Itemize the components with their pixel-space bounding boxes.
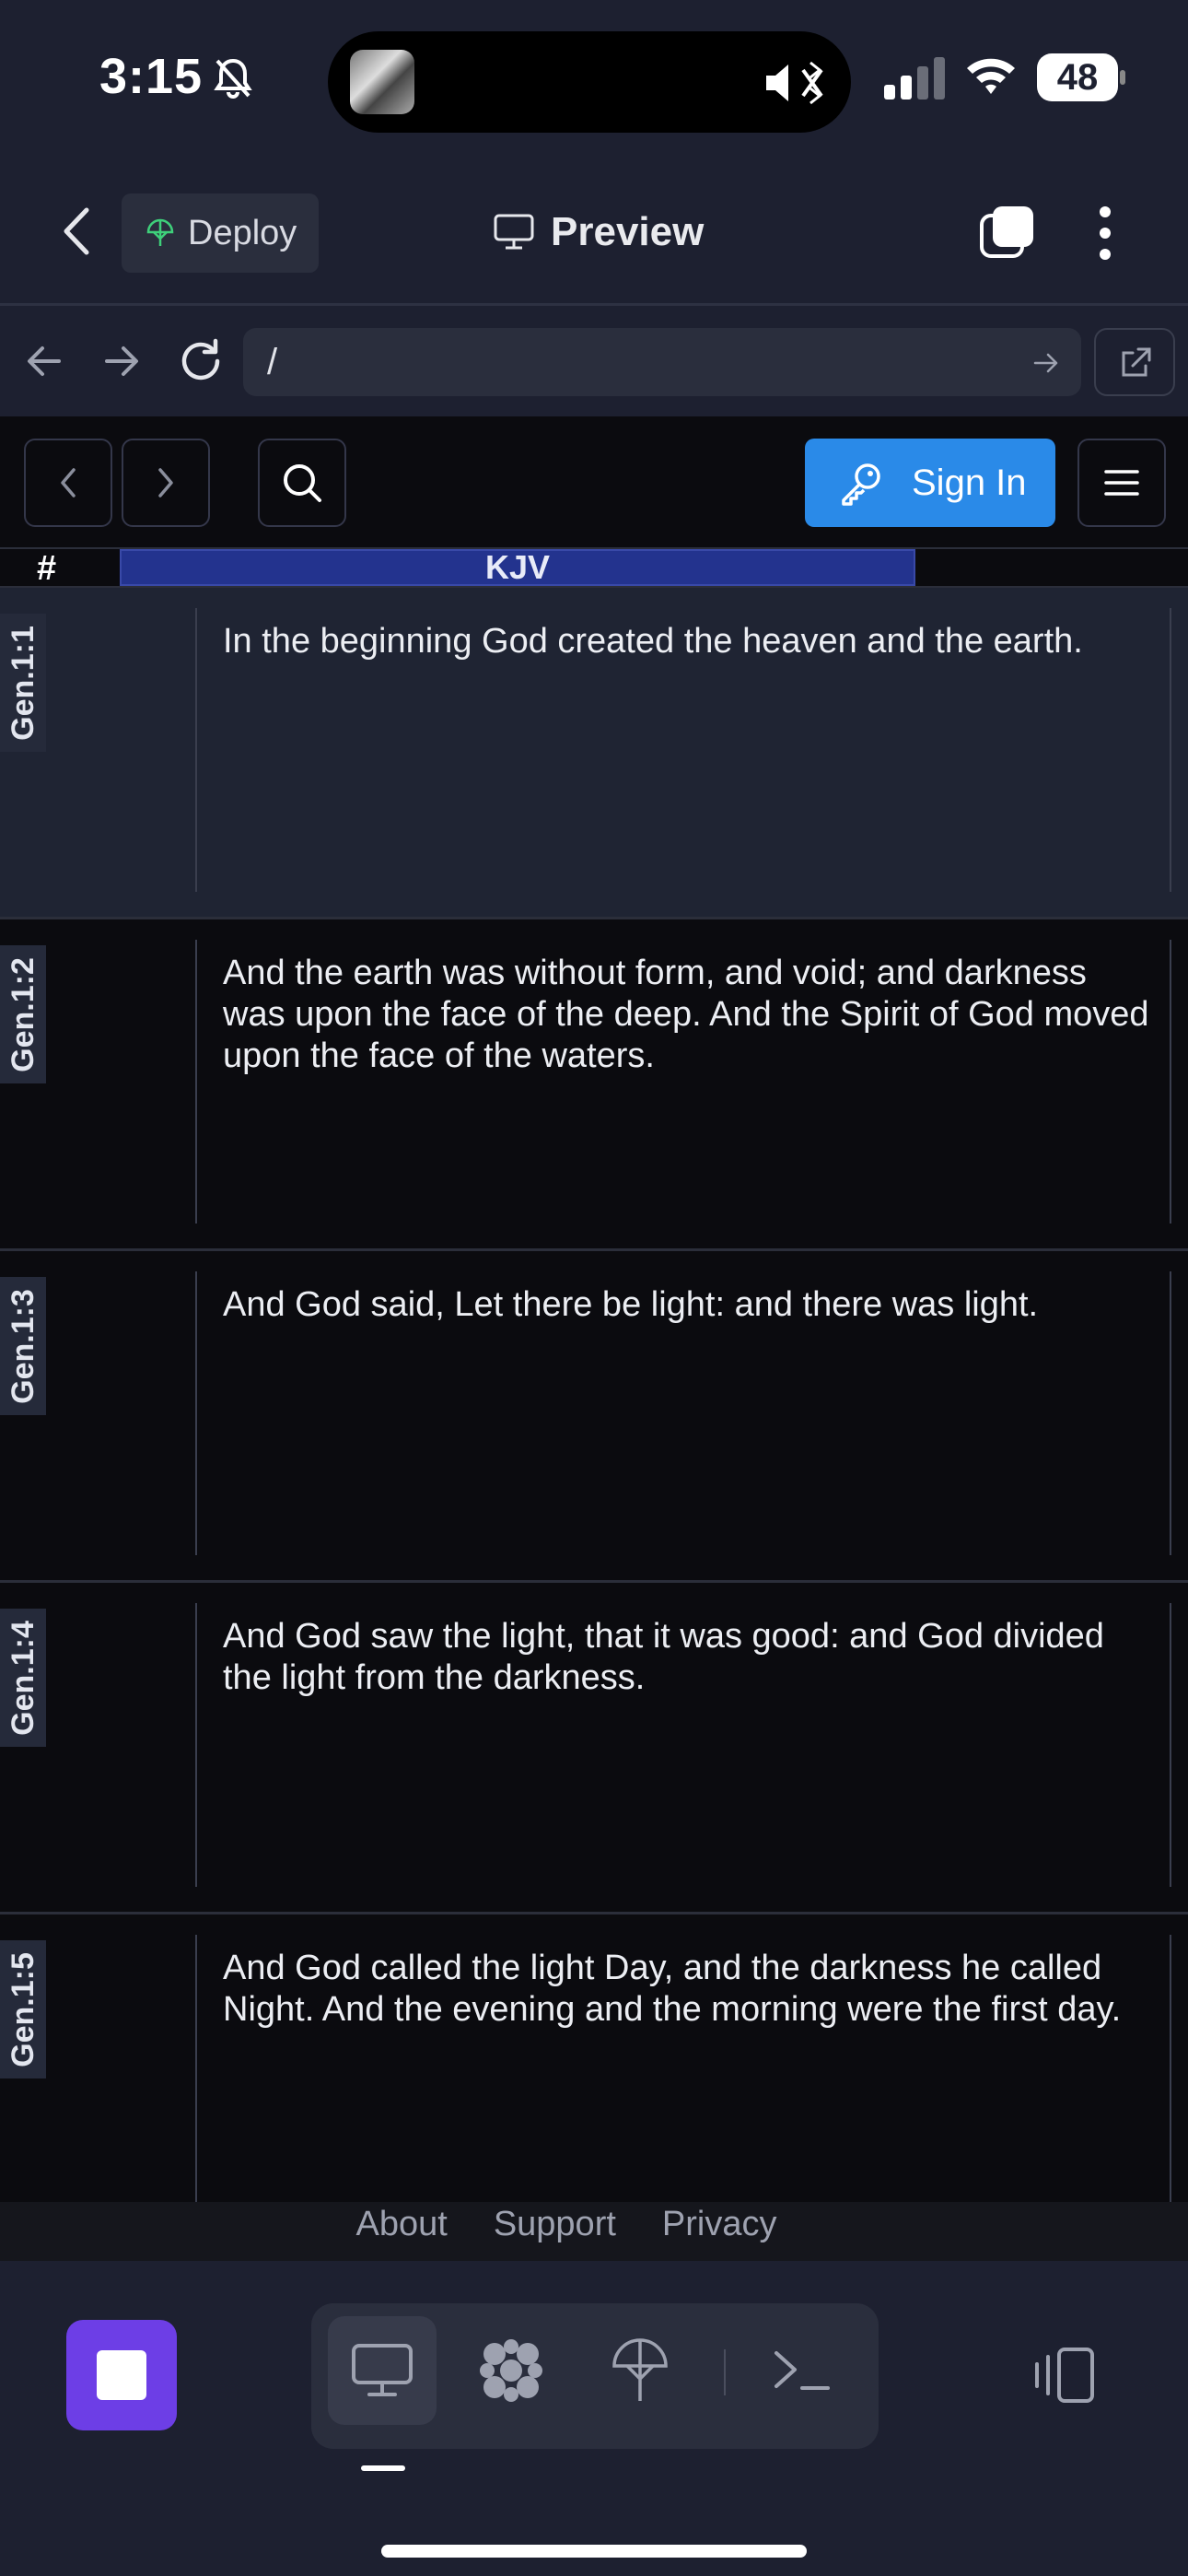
version-column-header[interactable]: KJV <box>120 549 915 586</box>
dynamic-island <box>328 31 851 133</box>
verse-cell: And God said, Let there be light: and th… <box>195 1271 1171 1555</box>
go-arrow-icon[interactable] <box>1031 348 1061 378</box>
verse-ref[interactable]: Gen.1:1 <box>0 614 46 752</box>
verse-cell: And God saw the light, that it was good:… <box>195 1603 1171 1887</box>
reload-icon[interactable] <box>177 337 225 385</box>
sign-in-button[interactable]: Sign In <box>805 439 1055 527</box>
verse-cell: And God called the light Day, and the da… <box>195 1935 1171 2202</box>
layout-toggle-icon[interactable] <box>1031 2342 1098 2408</box>
deploy-tool-button[interactable] <box>586 2316 694 2425</box>
deploy-label: Deploy <box>188 213 297 252</box>
preview-label: Preview <box>551 209 705 254</box>
prev-chapter-button[interactable] <box>24 439 112 527</box>
menu-button[interactable] <box>1077 439 1166 527</box>
open-external-icon <box>1122 347 1151 377</box>
back-arrow-icon[interactable] <box>22 339 66 383</box>
key-icon <box>842 463 880 506</box>
bell-slash-icon <box>214 58 252 99</box>
wifi-icon <box>967 58 1015 94</box>
ref-column-header: # <box>37 549 57 588</box>
terminal-button[interactable] <box>748 2316 856 2425</box>
battery-level: 48 <box>1037 53 1118 101</box>
terminal-icon <box>775 2351 830 2390</box>
site-footer: About Support Privacy <box>0 2202 1188 2261</box>
battery-icon: 48 <box>1037 53 1125 101</box>
table-row[interactable]: Gen.1:5 And God called the light Day, an… <box>0 1914 1188 2202</box>
verse-ref[interactable]: Gen.1:4 <box>0 1609 46 1747</box>
back-chevron-icon[interactable] <box>55 206 99 256</box>
verse-ref-label: Gen.1:1 <box>5 625 41 741</box>
desktop-icon <box>352 2344 413 2396</box>
url-input[interactable]: / <box>243 328 1081 396</box>
sign-in-label: Sign In <box>912 462 1027 503</box>
table-row[interactable]: Gen.1:4 And God saw the light, that it w… <box>0 1583 1188 1914</box>
verse-ref-label: Gen.1:4 <box>5 1620 41 1736</box>
verse-cell: In the beginning God created the heaven … <box>195 608 1171 892</box>
verse-text: And the earth was without form, and void… <box>223 954 1149 1075</box>
verse-ref-label: Gen.1:5 <box>5 1951 41 2067</box>
flower-tool-button[interactable] <box>457 2316 565 2425</box>
search-button[interactable] <box>258 439 346 527</box>
site-nav: Sign In <box>0 416 1188 549</box>
cellular-signal-icon <box>884 57 945 100</box>
app-header: Deploy Preview <box>0 157 1188 306</box>
hamburger-icon <box>1104 470 1139 496</box>
desktop-preview-button[interactable] <box>328 2316 437 2425</box>
verse-text: In the beginning God created the heaven … <box>223 622 1083 661</box>
verse-ref[interactable]: Gen.1:3 <box>0 1277 46 1415</box>
url-text: / <box>267 342 278 382</box>
table-row[interactable]: Gen.1:1 In the beginning God created the… <box>0 588 1188 919</box>
kebab-menu-icon[interactable] <box>1087 205 1124 262</box>
deploy-umbrella-icon <box>146 218 174 246</box>
chevron-left-icon <box>61 468 76 498</box>
tool-separator <box>724 2349 726 2395</box>
verse-text: And God called the light Day, and the da… <box>223 1949 1122 2029</box>
verse-ref-label: Gen.1:3 <box>5 1288 41 1404</box>
next-chapter-button[interactable] <box>122 439 210 527</box>
verse-cell: And the earth was without form, and void… <box>195 940 1171 1224</box>
verse-text: And God saw the light, that it was good:… <box>223 1617 1104 1697</box>
verse-ref[interactable]: Gen.1:5 <box>0 1940 46 2078</box>
stop-button[interactable] <box>66 2320 177 2430</box>
monitor-icon <box>494 214 534 250</box>
status-bar: 3:15 48 <box>0 0 1188 157</box>
footer-link-about[interactable]: About <box>356 2202 448 2261</box>
table-header: # KJV <box>0 549 1188 588</box>
speaker-mute-icon <box>766 61 823 105</box>
now-playing-thumbnail <box>350 50 414 114</box>
forward-arrow-icon[interactable] <box>99 339 144 383</box>
battery-tip <box>1120 70 1125 85</box>
deploy-button[interactable]: Deploy <box>122 193 319 273</box>
open-external-button[interactable] <box>1094 328 1175 396</box>
flower-icon <box>480 2339 542 2402</box>
search-icon <box>284 464 321 502</box>
footer-link-privacy[interactable]: Privacy <box>662 2202 777 2261</box>
verse-table: Gen.1:1 In the beginning God created the… <box>0 588 1188 2202</box>
verse-text: And God said, Let there be light: and th… <box>223 1285 1039 1324</box>
table-row[interactable]: Gen.1:3 And God said, Let there be light… <box>0 1251 1188 1583</box>
browser-bar: / <box>0 306 1188 416</box>
footer-link-support[interactable]: Support <box>494 2202 616 2261</box>
verse-ref[interactable]: Gen.1:2 <box>0 945 46 1083</box>
home-indicator[interactable] <box>381 2545 807 2558</box>
status-time: 3:15 <box>99 49 204 104</box>
preview-title: Preview <box>494 199 704 265</box>
chevron-right-icon <box>158 468 173 498</box>
bottom-toolbar <box>0 2261 1188 2576</box>
verse-ref-label: Gen.1:2 <box>5 956 41 1072</box>
tool-group <box>311 2303 879 2449</box>
active-tab-indicator <box>361 2465 405 2471</box>
deploy-icon <box>612 2338 668 2401</box>
table-row[interactable]: Gen.1:2 And the earth was without form, … <box>0 919 1188 1251</box>
tabs-icon[interactable] <box>978 205 1035 262</box>
